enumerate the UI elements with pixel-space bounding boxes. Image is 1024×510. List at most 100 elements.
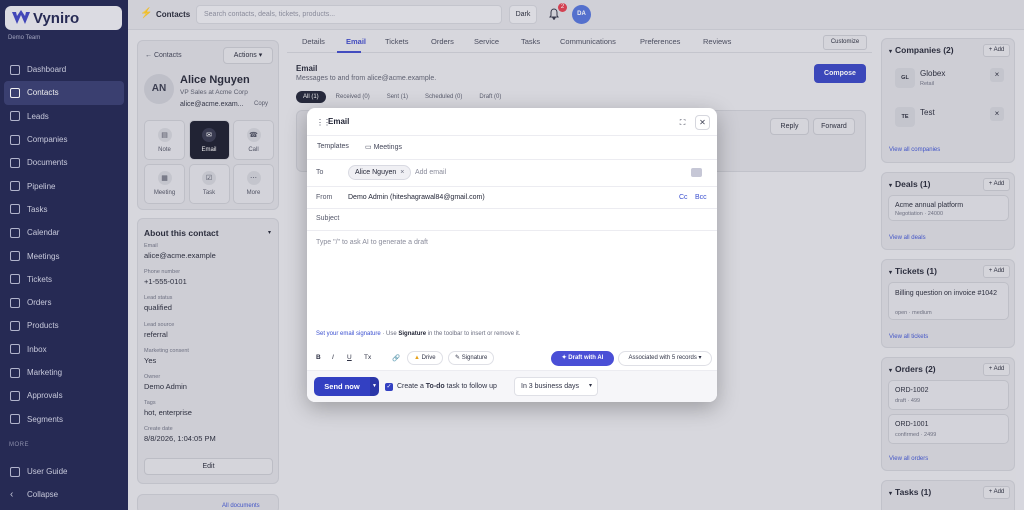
sidebar-item-tasks[interactable]: Tasks [4, 198, 124, 221]
all-documents-link[interactable]: All documents [222, 503, 260, 509]
quick-action-meeting[interactable]: ▦ Meeting [144, 163, 185, 204]
ticket-item[interactable]: Billing question on invoice #1042 open ·… [888, 282, 1009, 320]
follow-up-days-select[interactable]: In 3 business days ▾ [514, 377, 598, 396]
companies-title[interactable]: ▾ Companies (2) [889, 45, 954, 55]
tab-preferences[interactable]: Preferences [640, 37, 680, 46]
sidebar-item-meetings[interactable]: Meetings [4, 244, 124, 267]
send-options-chevron-icon[interactable]: ▼ [370, 377, 379, 396]
tab-details[interactable]: Details [302, 37, 325, 46]
user-avatar[interactable]: DA [572, 5, 591, 24]
tab-service[interactable]: Service [474, 37, 499, 46]
reply-button[interactable]: Reply [770, 118, 809, 135]
tab-communications[interactable]: Communications [560, 37, 616, 46]
from-select[interactable]: Demo Admin (hiteshagrawal84@gmail.com) [348, 194, 485, 201]
deals-title[interactable]: ▾ Deals (1) [889, 179, 930, 189]
company-item[interactable]: TE Test × [888, 100, 1009, 134]
underline-button[interactable]: U [347, 354, 352, 361]
tab-reviews[interactable]: Reviews [703, 37, 731, 46]
sidebar-item-approvals[interactable]: Approvals [4, 384, 124, 407]
remove-company-icon[interactable]: × [990, 68, 1004, 82]
email-filter-chip[interactable]: All (1) [296, 91, 326, 103]
sidebar-item-orders[interactable]: Orders [4, 291, 124, 314]
chevron-down-icon[interactable]: ▾ [268, 229, 271, 236]
view-all-deals-link[interactable]: View all deals [889, 235, 926, 241]
sidebar-item-dashboard[interactable]: Dashboard [4, 58, 124, 81]
sidebar-item-tickets[interactable]: Tickets [4, 268, 124, 291]
sidebar-item-documents[interactable]: Documents [4, 151, 124, 174]
deal-item[interactable]: Acme annual platform Negotiation · 24000 [888, 195, 1009, 221]
expand-icon[interactable]: ⛶ [676, 116, 689, 129]
recipient-chip[interactable]: Alice Nguyen × [348, 165, 412, 180]
add-ticket-button[interactable]: + Add [983, 265, 1010, 278]
sidebar-item-inbox[interactable]: Inbox [4, 338, 124, 361]
sidebar-item-pipeline[interactable]: Pipeline [4, 174, 124, 197]
contacts-picker-icon[interactable] [691, 168, 702, 177]
email-filter-chip[interactable]: Draft (0) [472, 91, 508, 103]
copy-email-button[interactable]: Copy [254, 101, 268, 107]
dark-mode-button[interactable]: Dark [509, 5, 537, 24]
close-icon[interactable]: ✕ [695, 115, 710, 130]
remove-company-icon[interactable]: × [990, 107, 1004, 121]
clear-format-button[interactable]: Tx [364, 354, 371, 361]
drive-button[interactable]: ▲ Drive [407, 351, 443, 365]
view-all-companies-link[interactable]: View all companies [889, 147, 940, 153]
meetings-tab[interactable]: ▭ Meetings [365, 143, 402, 151]
quick-action-task[interactable]: ☑ Task [188, 163, 230, 204]
sidebar-item-collapse[interactable]: ‹ Collapse [4, 483, 124, 506]
edit-button[interactable]: Edit [144, 458, 273, 475]
quick-action-email[interactable]: ✉ Email [188, 120, 230, 160]
sidebar-item-marketing[interactable]: Marketing [4, 361, 124, 384]
add-company-button[interactable]: + Add [983, 44, 1010, 57]
send-now-button[interactable]: Send now [314, 377, 370, 396]
customize-button[interactable]: Customize [823, 35, 867, 50]
remove-recipient-icon[interactable]: × [400, 169, 404, 176]
tab-tickets[interactable]: Tickets [385, 37, 408, 46]
quick-action-more[interactable]: ⋯ More [233, 163, 274, 204]
sidebar-item-leads[interactable]: Leads [4, 105, 124, 128]
actions-button[interactable]: Actions ▾ [223, 47, 273, 64]
associated-records-select[interactable]: Associated with 5 records ▾ [618, 351, 712, 366]
email-filter-chip[interactable]: Sent (1) [380, 91, 415, 103]
signature-button[interactable]: ✎ Signature [448, 351, 495, 365]
order-item[interactable]: ORD-1002 draft · 499 [888, 380, 1009, 410]
bcc-button[interactable]: Bcc [695, 194, 707, 201]
tab-orders[interactable]: Orders [431, 37, 454, 46]
sidebar-item-calendar[interactable]: Calendar [4, 221, 124, 244]
sidebar-item-segments[interactable]: Segments [4, 407, 124, 430]
sidebar-item-companies[interactable]: Companies [4, 128, 124, 151]
sidebar-item-user-guide[interactable]: User Guide [4, 460, 124, 483]
tasks-title[interactable]: ▾ Tasks (1) [889, 487, 931, 497]
bold-button[interactable]: B [316, 354, 321, 361]
app-logo[interactable]: Vyniro [5, 6, 122, 30]
view-all-orders-link[interactable]: View all orders [889, 456, 928, 462]
italic-button[interactable]: I [332, 354, 334, 361]
templates-tab[interactable]: Templates [317, 143, 349, 150]
add-deal-button[interactable]: + Add [983, 178, 1010, 191]
sidebar-item-products[interactable]: Products [4, 314, 124, 337]
quick-action-note[interactable]: ▤ Note [144, 120, 185, 160]
back-to-contacts-link[interactable]: ← Contacts [145, 52, 182, 59]
add-email-input[interactable]: Add email [415, 169, 446, 176]
draft-with-ai-button[interactable]: ✦ Draft with AI [551, 351, 614, 366]
todo-checkbox[interactable]: ✓ [385, 383, 393, 391]
quick-action-call[interactable]: ☎ Call [233, 120, 274, 160]
cc-button[interactable]: Cc [679, 194, 688, 201]
company-item[interactable]: GL Globex Retail × [888, 61, 1009, 95]
tab-email[interactable]: Email [346, 37, 366, 46]
order-item[interactable]: ORD-1001 confirmed · 2499 [888, 414, 1009, 444]
email-filter-chip[interactable]: Received (0) [329, 91, 377, 103]
add-task-button[interactable]: + Add [983, 486, 1010, 499]
forward-button[interactable]: Forward [813, 118, 855, 135]
link-icon[interactable]: 🔗 [392, 354, 400, 362]
orders-title[interactable]: ▾ Orders (2) [889, 364, 936, 374]
view-all-tickets-link[interactable]: View all tickets [889, 334, 928, 340]
sidebar-item-contacts[interactable]: Contacts [4, 81, 124, 105]
compose-button[interactable]: Compose [814, 64, 866, 83]
tab-tasks[interactable]: Tasks [521, 37, 540, 46]
search-input[interactable]: Search contacts, deals, tickets, product… [196, 5, 502, 24]
tickets-title[interactable]: ▾ Tickets (1) [889, 266, 937, 276]
subject-input[interactable]: Subject [316, 215, 339, 222]
email-body-editor[interactable]: Type "/" to ask AI to generate a draft [316, 239, 428, 246]
email-filter-chip[interactable]: Scheduled (0) [418, 91, 469, 103]
add-order-button[interactable]: + Add [983, 363, 1010, 376]
